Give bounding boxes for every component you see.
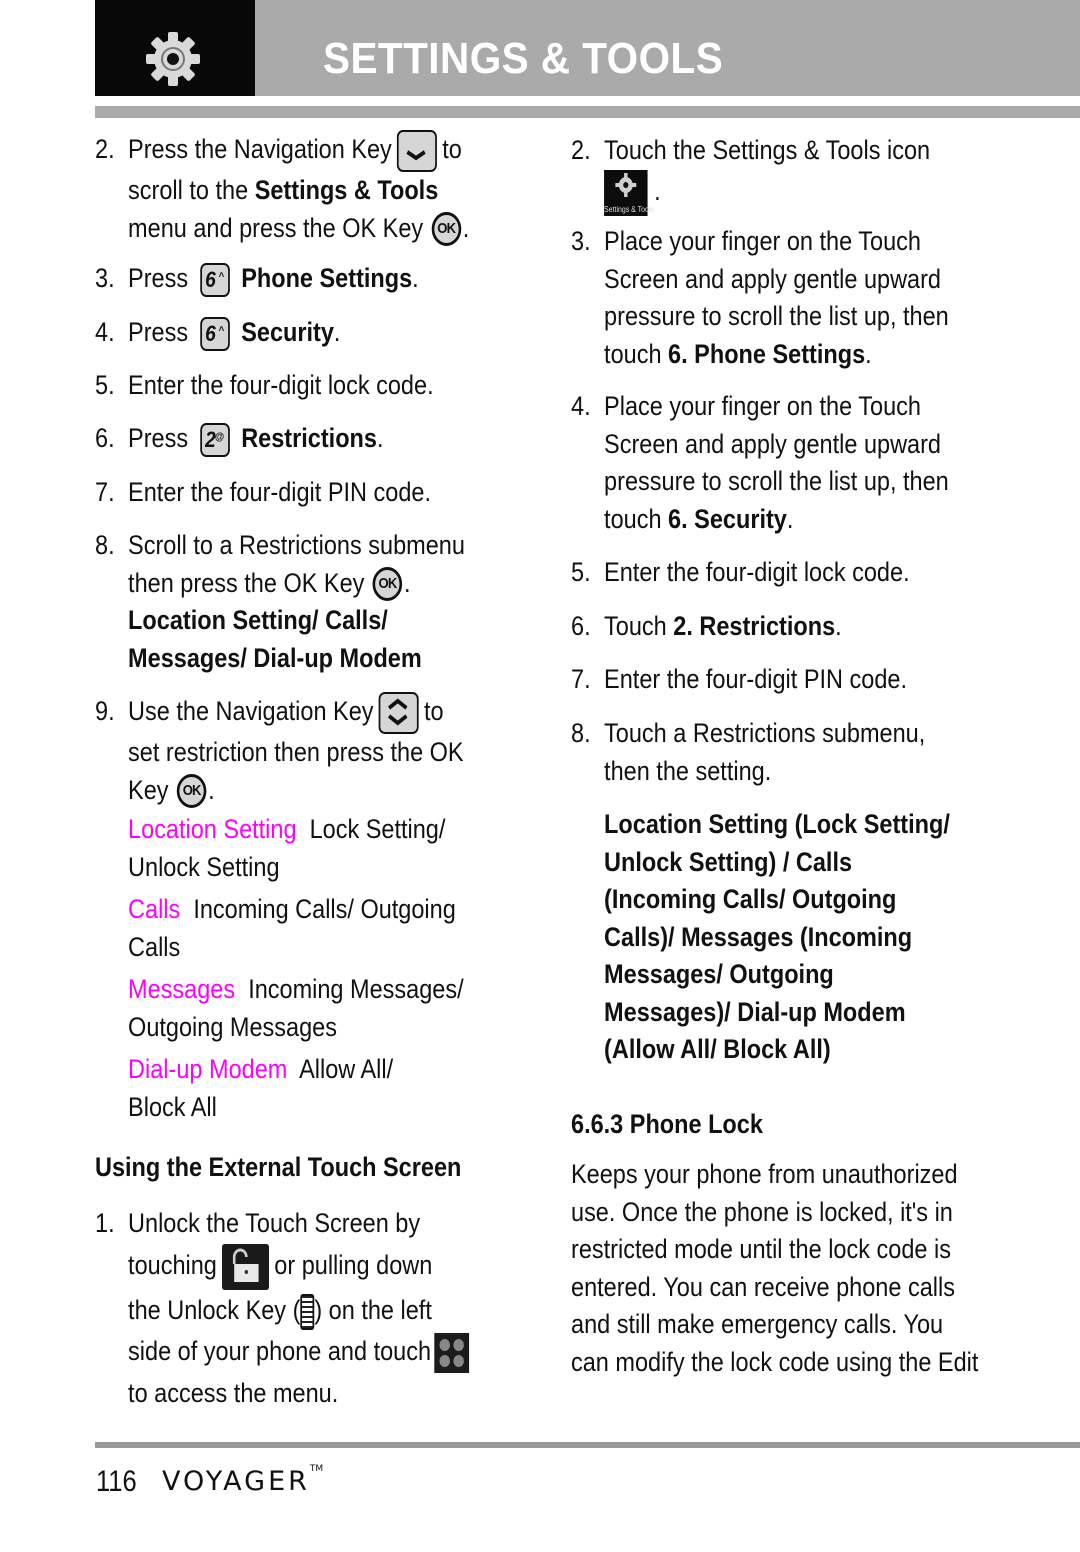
step-3: 3. Press 6 ^ Phone Settings. bbox=[95, 260, 419, 298]
nav-updown-key-icon bbox=[378, 692, 419, 734]
number-6-key-icon: 6 ^ bbox=[199, 316, 230, 351]
step-2: 2. Press the Navigation Key to scroll to t… bbox=[95, 130, 469, 247]
step-7: 7. Enter the four-digit PIN code. bbox=[95, 477, 431, 507]
step-8: 8. Scroll to a Restrictions submenu then … bbox=[95, 530, 465, 673]
step-4: 4. Press 6 ^ Security. bbox=[95, 314, 340, 352]
settings-tools-icon: Settings & Tools bbox=[604, 169, 654, 216]
unlock-key-icon bbox=[300, 1293, 315, 1330]
header-divider bbox=[95, 106, 1080, 118]
number-6-key-icon: 6 ^ bbox=[199, 262, 230, 297]
page-title: SETTINGS & TOOLS bbox=[323, 34, 724, 83]
nav-down-key-icon bbox=[397, 130, 438, 172]
option-dialup-modem: Dial-up Modem Allow All/ Block All bbox=[128, 1054, 394, 1122]
option-location-setting: Location Setting Lock Setting/ Unlock Se… bbox=[128, 814, 446, 882]
step-9: 9. Use the Navigation Key to set restricti… bbox=[95, 692, 464, 809]
touch-step-1: 1. Unlock the Touch Screen by touching or … bbox=[95, 1203, 470, 1414]
number-2-key-icon: 2 @ bbox=[199, 422, 230, 457]
chapter-header: SETTINGS & TOOLS bbox=[95, 0, 1080, 96]
gear-icon bbox=[146, 32, 200, 86]
page-number: 116 bbox=[96, 1465, 137, 1498]
right-step-6: 6. Touch 2. Restrictions. bbox=[571, 611, 842, 641]
step-6: 6. Press 2 @ Restrictions. bbox=[95, 420, 384, 458]
right-step-7: 7. Enter the four-digit PIN code. bbox=[571, 664, 907, 694]
option-calls: Calls Incoming Calls/ Outgoing Calls bbox=[128, 894, 456, 962]
phone-lock-description: Keeps your phone from unauthorized use. … bbox=[571, 1159, 979, 1377]
unlock-icon bbox=[222, 1244, 270, 1290]
option-messages: Messages Incoming Messages/ Outgoing Mes… bbox=[128, 974, 464, 1042]
right-step-4: 4. Place your finger on the Touch Screen … bbox=[571, 391, 949, 534]
step-5: 5. Enter the four-digit lock code. bbox=[95, 370, 434, 400]
restrictions-options-summary: Location Setting (Lock Setting/ Unlock S… bbox=[604, 809, 950, 1064]
brand-logo: VOYAGERTM bbox=[162, 1464, 324, 1497]
right-step-3: 3. Place your finger on the Touch Screen … bbox=[571, 226, 949, 369]
right-step-5: 5. Enter the four-digit lock code. bbox=[571, 557, 910, 587]
ok-key-icon: OK bbox=[176, 774, 207, 809]
section-subheading: Using the External Touch Screen bbox=[95, 1152, 462, 1182]
ok-key-icon: OK bbox=[372, 567, 403, 602]
section-title-phone-lock: 6.6.3 Phone Lock bbox=[571, 1109, 763, 1139]
right-step-8: 8. Touch a Restrictions submenu, then the… bbox=[571, 718, 926, 786]
right-step-2: 2. Touch the Settings & Tools icon Settin… bbox=[571, 135, 931, 216]
footer-divider bbox=[95, 1442, 1080, 1448]
trademark: TM bbox=[309, 1464, 324, 1474]
ok-key-icon: OK bbox=[431, 212, 462, 247]
header-icon-box bbox=[95, 0, 255, 96]
menu-grid-icon bbox=[434, 1332, 470, 1373]
